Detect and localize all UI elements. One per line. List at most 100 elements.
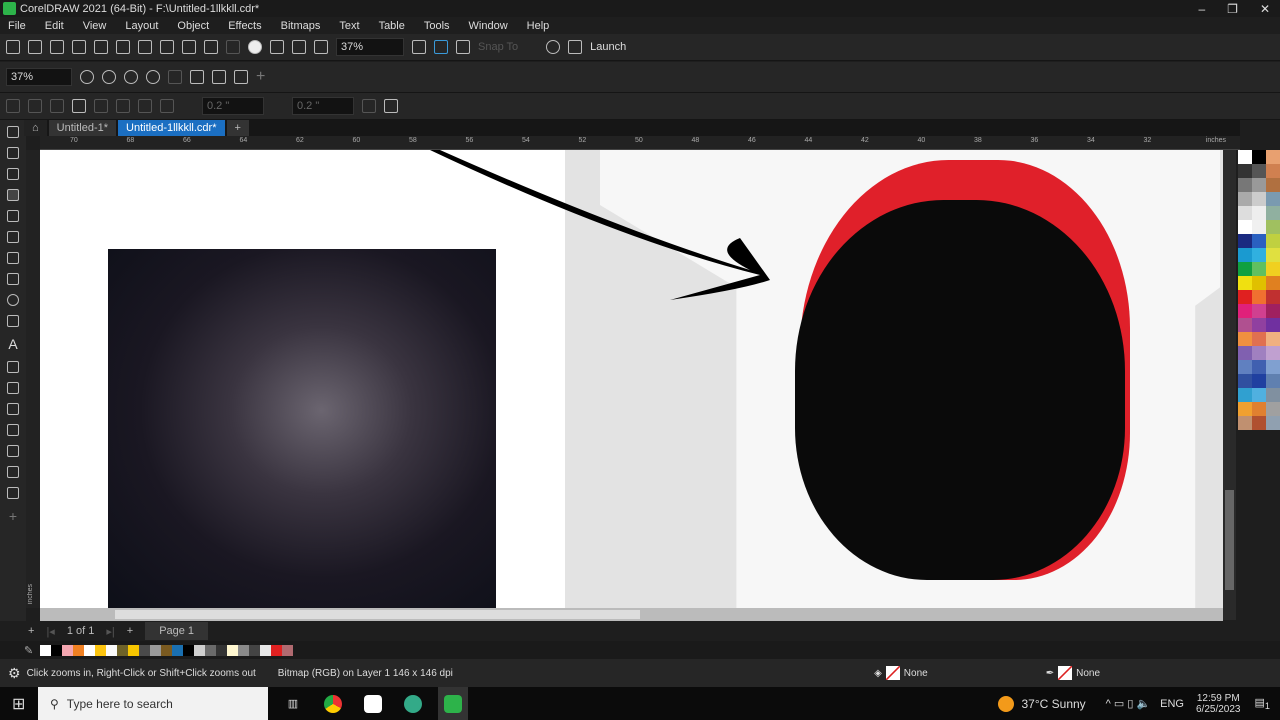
color-swatch[interactable] xyxy=(1266,318,1280,332)
group-icon[interactable] xyxy=(94,99,108,113)
color-swatch[interactable] xyxy=(282,644,293,656)
mesh-fill-tool-icon[interactable] xyxy=(7,466,19,478)
lock-icon[interactable] xyxy=(362,99,376,113)
color-swatch[interactable] xyxy=(1266,416,1280,430)
gorilla-vector-head[interactable] xyxy=(795,200,1125,580)
print-icon[interactable] xyxy=(116,40,130,54)
color-swatch[interactable] xyxy=(1252,360,1266,374)
language-indicator[interactable]: ENG xyxy=(1160,698,1184,710)
document-settings-icon[interactable] xyxy=(384,99,398,113)
color-swatch[interactable] xyxy=(194,644,205,656)
new-icon[interactable] xyxy=(6,40,20,54)
color-swatch[interactable] xyxy=(150,644,161,656)
color-swatch[interactable] xyxy=(1266,290,1280,304)
color-swatch[interactable] xyxy=(51,644,62,656)
color-swatch[interactable] xyxy=(1252,374,1266,388)
zoom-fit-page-icon[interactable] xyxy=(190,70,204,84)
eyedropper-tool-icon[interactable] xyxy=(7,424,19,436)
artistic-media-tool-icon[interactable] xyxy=(7,252,19,264)
outline-width-field-2[interactable]: 0.2 " xyxy=(292,97,354,115)
import-icon[interactable] xyxy=(270,40,284,54)
color-swatch[interactable] xyxy=(1266,360,1280,374)
menu-window[interactable]: Window xyxy=(469,20,508,32)
color-swatch[interactable] xyxy=(73,644,84,656)
color-swatch[interactable] xyxy=(1266,346,1280,360)
cloud-download-icon[interactable] xyxy=(72,40,86,54)
color-swatch[interactable] xyxy=(1252,290,1266,304)
snap-icon[interactable] xyxy=(456,40,470,54)
color-swatch[interactable] xyxy=(1266,374,1280,388)
color-swatch[interactable] xyxy=(1238,332,1252,346)
eyedropper-icon[interactable]: ✎ xyxy=(24,644,33,657)
color-swatch[interactable] xyxy=(1266,402,1280,416)
color-swatch[interactable] xyxy=(1252,276,1266,290)
options-gear-icon[interactable] xyxy=(546,40,561,54)
color-swatch[interactable] xyxy=(1238,248,1252,262)
color-swatch[interactable] xyxy=(117,644,128,656)
color-swatch[interactable] xyxy=(128,644,139,656)
drop-shadow-tool-icon[interactable] xyxy=(7,382,19,394)
launch-button[interactable]: Launch xyxy=(590,41,626,53)
clock[interactable]: 12:59 PM 6/25/2023 xyxy=(1196,693,1241,715)
ungroup-icon[interactable] xyxy=(116,99,130,113)
color-swatch[interactable] xyxy=(1252,234,1266,248)
color-swatch[interactable] xyxy=(1266,178,1280,192)
drawing-canvas[interactable] xyxy=(40,150,1223,608)
zoom-page-icon[interactable] xyxy=(168,70,182,84)
pick-tool-icon[interactable] xyxy=(7,126,19,138)
text-tool-icon[interactable]: A xyxy=(8,336,17,352)
color-swatch[interactable] xyxy=(205,644,216,656)
cloud-upload-icon[interactable] xyxy=(94,40,108,54)
color-swatch[interactable] xyxy=(227,644,238,656)
color-swatch[interactable] xyxy=(1238,178,1252,192)
add-tool-icon[interactable]: + xyxy=(9,508,17,524)
polygon-tool-icon[interactable] xyxy=(7,315,19,327)
menu-edit[interactable]: Edit xyxy=(45,20,64,32)
zoom-out-icon[interactable] xyxy=(102,70,116,84)
scrollbar-thumb[interactable] xyxy=(115,610,640,619)
zoom-page-height-icon[interactable] xyxy=(234,70,248,84)
zoom-select[interactable]: 37% xyxy=(6,68,72,86)
color-swatch[interactable] xyxy=(1266,206,1280,220)
color-swatch[interactable] xyxy=(1266,332,1280,346)
vertical-ruler[interactable]: inches xyxy=(26,150,40,608)
color-swatch[interactable] xyxy=(1266,192,1280,206)
color-swatch[interactable] xyxy=(1252,416,1266,430)
tab-untitled-1llkkll[interactable]: Untitled-1llkkll.cdr* xyxy=(118,120,225,136)
zoom-in-icon[interactable] xyxy=(80,70,94,84)
minimize-button[interactable]: – xyxy=(1198,2,1205,16)
color-swatch[interactable] xyxy=(271,644,282,656)
weather-text[interactable]: 37°C Sunny xyxy=(1022,697,1086,711)
color-swatch[interactable] xyxy=(1266,234,1280,248)
color-swatch[interactable] xyxy=(1238,318,1252,332)
color-swatch[interactable] xyxy=(1266,276,1280,290)
outline-width-field-1[interactable]: 0.2 " xyxy=(202,97,264,115)
color-swatch[interactable] xyxy=(1252,346,1266,360)
cut-icon[interactable] xyxy=(138,40,152,54)
color-swatch[interactable] xyxy=(1238,234,1252,248)
taskbar-search-box[interactable]: ⚲ Type here to search xyxy=(38,687,268,720)
close-button[interactable]: ✕ xyxy=(1260,2,1270,16)
color-swatch[interactable] xyxy=(1266,388,1280,402)
color-swatch[interactable] xyxy=(260,644,271,656)
color-swatch[interactable] xyxy=(1252,248,1266,262)
color-swatch[interactable] xyxy=(62,644,73,656)
parallel-dimension-tool-icon[interactable] xyxy=(7,361,19,373)
color-swatch[interactable] xyxy=(1238,374,1252,388)
ellipse-tool-icon[interactable] xyxy=(7,294,19,306)
align-icon[interactable] xyxy=(6,99,20,113)
interactive-fill-tool-icon[interactable] xyxy=(7,445,19,457)
zoom-level-select[interactable]: 37% xyxy=(336,38,404,56)
menu-object[interactable]: Object xyxy=(177,20,209,32)
vertical-scrollbar[interactable] xyxy=(1223,150,1236,620)
full-screen-icon[interactable] xyxy=(412,40,426,54)
tab-untitled-1[interactable]: Untitled-1* xyxy=(48,120,117,136)
color-swatch[interactable] xyxy=(161,644,172,656)
color-swatch[interactable] xyxy=(95,644,106,656)
color-swatch[interactable] xyxy=(1252,318,1266,332)
object-manager-icon[interactable] xyxy=(72,99,86,113)
color-swatch[interactable] xyxy=(1238,290,1252,304)
new-tab-button[interactable]: + xyxy=(226,120,249,136)
zoom-tool-icon[interactable] xyxy=(7,189,19,201)
corel-connect-icon[interactable] xyxy=(248,40,262,54)
